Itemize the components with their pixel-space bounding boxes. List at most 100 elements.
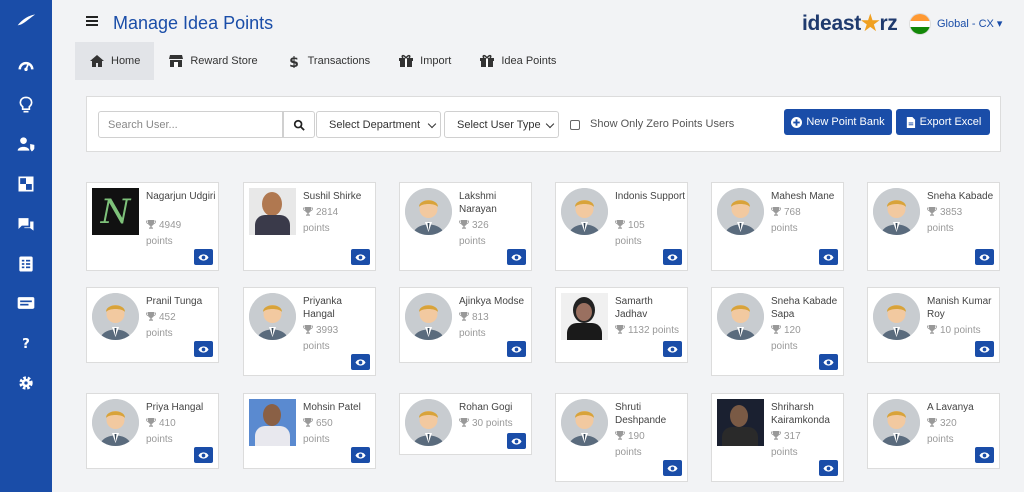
- user-name: Mahesh Mane: [771, 191, 835, 202]
- view-user-button[interactable]: [819, 354, 838, 370]
- points-value: 120: [784, 325, 801, 336]
- view-user-button[interactable]: [194, 447, 213, 463]
- tab-transactions[interactable]: $ Transactions: [272, 42, 385, 80]
- eye-icon: [511, 345, 522, 353]
- grid-icon[interactable]: [0, 167, 52, 201]
- view-user-button[interactable]: [194, 341, 213, 357]
- eye-icon: [823, 358, 834, 366]
- view-user-button[interactable]: [663, 341, 682, 357]
- new-point-bank-button[interactable]: New Point Bank: [784, 109, 892, 135]
- app-logo-icon[interactable]: [0, 5, 52, 39]
- user-type-select[interactable]: Select User Type: [444, 111, 559, 138]
- user-points: 1132 points: [615, 323, 689, 339]
- points-value: 320: [940, 418, 957, 429]
- search-user-input[interactable]: [98, 111, 283, 138]
- search-button[interactable]: [283, 111, 315, 138]
- view-user-button[interactable]: [663, 460, 682, 476]
- default-avatar-icon: [873, 293, 920, 340]
- user-avatar: [405, 399, 452, 446]
- user-points: 317 points: [771, 429, 845, 461]
- user-points: 105 points: [615, 218, 689, 250]
- eye-icon: [979, 253, 990, 261]
- trophy-icon: [459, 220, 469, 229]
- list-icon[interactable]: [0, 247, 52, 281]
- chevron-down-icon: [427, 119, 437, 129]
- home-icon: [90, 55, 104, 67]
- view-user-button[interactable]: [507, 341, 526, 357]
- tab-home[interactable]: Home: [75, 42, 155, 80]
- filter-toolbar: Select Department Select User Type Show …: [86, 96, 1001, 152]
- trophy-icon: [303, 418, 313, 427]
- points-value: 4949: [159, 220, 182, 231]
- view-user-button[interactable]: [975, 447, 994, 463]
- user-avatar: [717, 188, 764, 235]
- points-value: 650: [316, 418, 333, 429]
- default-avatar-icon: [405, 188, 452, 235]
- view-user-button[interactable]: [351, 354, 370, 370]
- user-card: Priya Hangal 410 points: [86, 393, 219, 469]
- region-selector[interactable]: Global - CX ▾: [937, 17, 1002, 30]
- user-card: Shriharsh Kairamkonda 317 points: [711, 393, 844, 482]
- user-points: 650 points: [303, 416, 377, 448]
- svg-text:?: ?: [22, 337, 30, 352]
- hamburger-menu-icon[interactable]: [86, 16, 98, 26]
- region-label: Global - CX: [937, 18, 994, 30]
- india-flag-icon: [909, 13, 931, 35]
- view-user-button[interactable]: [507, 249, 526, 265]
- trophy-icon: [459, 312, 469, 321]
- user-name: Sneha Kabade Sapa: [771, 296, 838, 320]
- user-avatar: [717, 293, 764, 340]
- eye-icon: [511, 437, 522, 445]
- help-icon[interactable]: ?: [0, 326, 52, 360]
- zero-points-checkbox[interactable]: [570, 120, 580, 130]
- user-points: 326 points: [459, 218, 533, 250]
- user-card: N Nagarjun Udgiri 4949 points: [86, 182, 219, 271]
- user-name: Pranil Tunga: [146, 296, 203, 307]
- trophy-icon: [615, 431, 625, 440]
- gift-icon: [399, 54, 414, 67]
- chat-icon[interactable]: [0, 207, 52, 241]
- tab-reward-store[interactable]: Reward Store: [154, 42, 271, 80]
- user-card: Shruti Deshpande 190 points: [555, 393, 688, 482]
- view-user-button[interactable]: [975, 341, 994, 357]
- gear-icon[interactable]: [0, 366, 52, 400]
- default-avatar-icon: [561, 188, 608, 235]
- user-card: Mahesh Mane 768 points: [711, 182, 844, 271]
- lightbulb-icon[interactable]: [0, 88, 52, 122]
- tab-label: Home: [111, 55, 141, 67]
- trophy-icon: [927, 207, 937, 216]
- points-value: 2814: [316, 207, 339, 218]
- dollar-icon: $: [289, 55, 299, 68]
- view-user-button[interactable]: [351, 447, 370, 463]
- view-user-button[interactable]: [507, 433, 526, 449]
- view-user-button[interactable]: [819, 249, 838, 265]
- export-excel-button[interactable]: Export Excel: [896, 109, 990, 135]
- view-user-button[interactable]: [194, 249, 213, 265]
- eye-icon: [355, 451, 366, 459]
- points-value: 317: [784, 431, 801, 442]
- dashboard-icon[interactable]: [0, 49, 52, 83]
- user-shield-icon[interactable]: [0, 127, 52, 161]
- view-user-button[interactable]: [975, 249, 994, 265]
- department-select[interactable]: Select Department: [316, 111, 441, 138]
- card-icon[interactable]: [0, 286, 52, 320]
- points-unit: points: [927, 223, 954, 234]
- view-user-button[interactable]: [663, 249, 682, 265]
- points-value: 326: [472, 220, 489, 231]
- tab-label: Reward Store: [190, 55, 258, 67]
- tab-bar: Home Reward Store $ Transactions Import …: [75, 42, 570, 80]
- user-name: Manish Kumar Roy: [927, 296, 992, 320]
- points-unit: points: [303, 341, 330, 352]
- user-avatar: [249, 293, 296, 340]
- user-avatar: [92, 293, 139, 340]
- tab-import[interactable]: Import: [384, 42, 465, 80]
- view-user-button[interactable]: [351, 249, 370, 265]
- default-avatar-icon: [92, 293, 139, 340]
- plus-circle-icon: [791, 116, 803, 128]
- user-avatar: [92, 399, 139, 446]
- zero-points-label: Show Only Zero Points Users: [590, 118, 735, 130]
- view-user-button[interactable]: [819, 460, 838, 476]
- tab-idea-points[interactable]: Idea Points: [465, 42, 570, 80]
- department-value: Select Department: [329, 118, 421, 131]
- points-value: 410: [159, 418, 176, 429]
